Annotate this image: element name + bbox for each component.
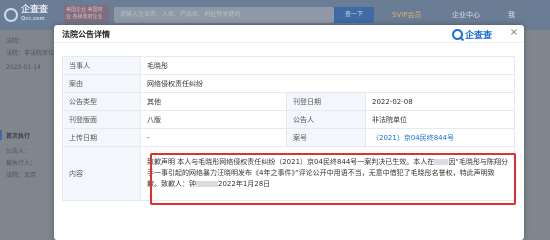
- user-menu[interactable]: 我: [508, 10, 515, 20]
- content-date: 2022年1月28日: [218, 180, 271, 188]
- party-value[interactable]: 毛晓彤: [139, 56, 516, 75]
- svip-link[interactable]: SVIP会员: [392, 10, 422, 20]
- brand-name: 企查查: [465, 30, 493, 41]
- bg-row: 法院：: [6, 38, 25, 45]
- type-label: 公告类型: [62, 92, 141, 111]
- detail-table: 当事人 毛晓彤 案由 网络侵权责任纠纷 公告类型 其他 刊登日期 2022-02…: [62, 56, 516, 201]
- logo-icon: [4, 8, 18, 22]
- date-label: 刊登日期: [286, 92, 366, 111]
- site-logo[interactable]: 企查查 Qcc.com: [4, 6, 58, 24]
- upload-value: -: [140, 128, 287, 147]
- bg-row: 法院：非法院单位: [6, 50, 55, 57]
- magnifier-icon: [452, 28, 463, 40]
- case-number-link[interactable]: （2021）京04民终844号: [364, 128, 516, 147]
- announcer-label: 公告人: [286, 110, 366, 129]
- brand-logo: 企查查: [452, 28, 493, 41]
- cause-value: 网络侵权责任纠纷: [139, 74, 516, 93]
- page-value: 八版: [140, 110, 287, 129]
- logo-text: 企查查 Qcc.com: [21, 5, 49, 23]
- enterprise-center-link[interactable]: 企业中心: [452, 10, 480, 20]
- bg-row: 2022-01-14: [6, 64, 41, 71]
- cause-label: 案由: [62, 74, 141, 93]
- table-row: 公告类型 其他 刊登日期 2022-02-08: [62, 92, 516, 111]
- type-value: 其他: [140, 92, 287, 111]
- header-notice: 美国企业 美国商业 各级政府企业: [64, 5, 109, 23]
- modal-header: 法院公告详情 企查查 ×: [54, 25, 524, 43]
- background-panel-right: [522, 30, 550, 240]
- table-row: 案由 网络侵权责任纠纷: [62, 74, 516, 93]
- search-input[interactable]: 请输入企业名、人名、产品名、地址等关键词: [114, 7, 334, 23]
- case-label: 案号: [286, 128, 366, 147]
- table-row: 内容 致歉声明 本人与毛晓彤网络侵权责任纠纷（2021）京04民终844号一案判…: [62, 146, 516, 201]
- bg-row: 被执行人：: [6, 160, 37, 167]
- redacted-block: [196, 181, 218, 187]
- upload-label: 上传日期: [62, 128, 141, 147]
- content-text: 致歉声明 本人与毛晓彤网络侵权责任纠纷（2021）京04民终844号一案判决已生…: [147, 158, 435, 166]
- close-icon[interactable]: ×: [508, 27, 520, 39]
- announcer-value: 非法院单位: [364, 110, 516, 129]
- bg-row: 公告人：: [6, 148, 31, 155]
- date-value: 2022-02-08: [364, 92, 516, 111]
- bg-row: 法院：北京: [6, 172, 37, 179]
- party-label: 当事人: [62, 56, 141, 75]
- page-label: 刊登版面: [62, 110, 141, 129]
- content-value: 致歉声明 本人与毛晓彤网络侵权责任纠纷（2021）京04民终844号一案判决已生…: [139, 146, 516, 201]
- table-row: 刊登版面 八版 公告人 非法院单位: [62, 110, 516, 129]
- bg-row: 首次执行: [6, 133, 31, 140]
- redacted-block: [434, 159, 449, 165]
- table-row: 当事人 毛晓彤: [62, 56, 516, 75]
- modal-title: 法院公告详情: [62, 30, 110, 39]
- court-notice-modal: 法院公告详情 企查查 × 当事人 毛晓彤 案由 网络侵权责任纠纷 公告类型 其他…: [54, 25, 524, 240]
- section-marker: [0, 130, 2, 140]
- search-button[interactable]: 查一下: [334, 7, 374, 23]
- content-label: 内容: [62, 146, 141, 201]
- table-row: 上传日期 - 案号 （2021）京04民终844号: [62, 128, 516, 147]
